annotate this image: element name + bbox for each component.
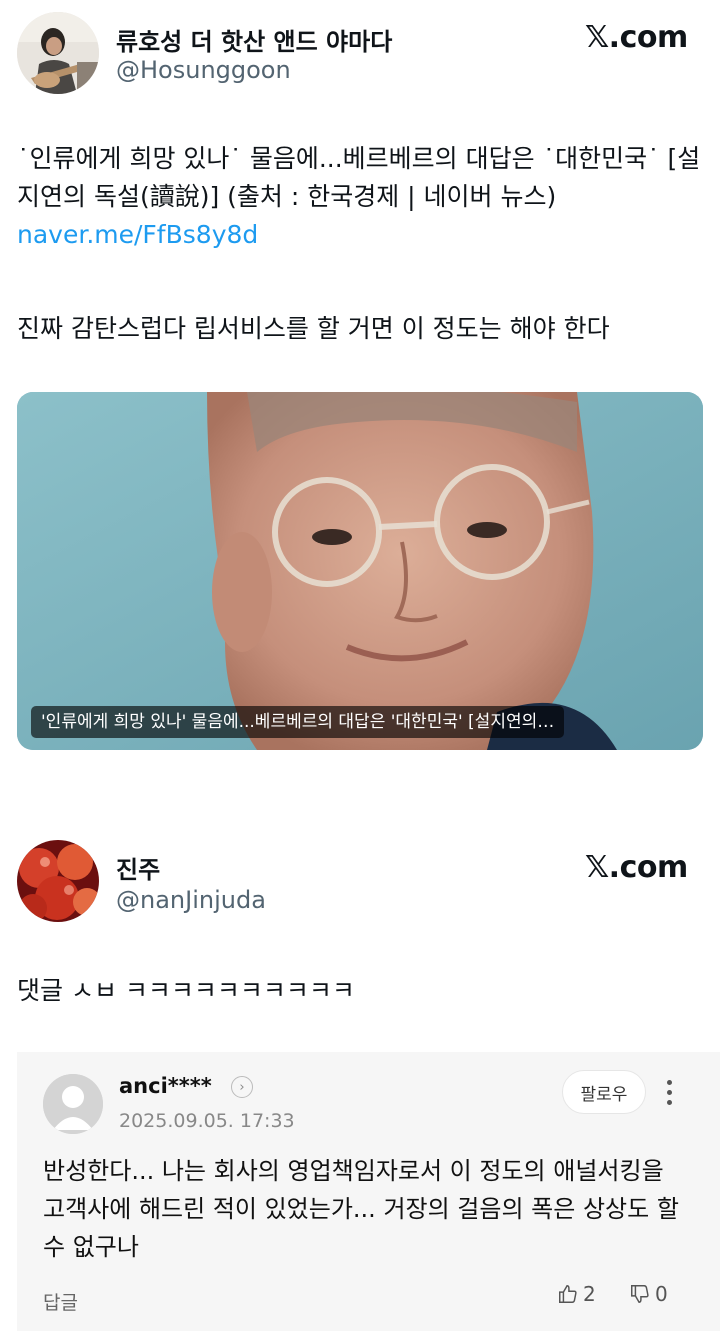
comment-card: anci**** › 2025.09.05. 17:33 팔로우 반성한다...… xyxy=(17,1052,720,1331)
thumbs-up-icon xyxy=(559,1285,577,1303)
media-card[interactable]: '인류에게 희망 있나' 물음에...베르베르의 대답은 '대한민국' [설지연… xyxy=(17,392,703,750)
tweet-1: 류호성 더 핫산 앤드 야마다 @Hosunggoon 𝕏.com ˙인류에게 … xyxy=(0,0,720,780)
avatar[interactable] xyxy=(17,840,99,922)
avatar-photo xyxy=(17,840,99,922)
chevron-right-icon[interactable]: › xyxy=(231,1076,253,1098)
user-handle[interactable]: @Hosunggoon xyxy=(116,56,291,84)
x-logo: 𝕏.com xyxy=(585,20,688,55)
user-handle[interactable]: @nanJinjuda xyxy=(116,886,266,914)
display-name[interactable]: 진주 xyxy=(116,850,160,885)
avatar[interactable] xyxy=(17,12,99,94)
tweet-text-2: 진짜 감탄스럽다 립서비스를 할 거면 이 정도는 해야 한다 xyxy=(17,314,610,343)
display-name[interactable]: 류호성 더 핫산 앤드 야마다 xyxy=(116,22,392,57)
tweet-text-main: ˙인류에게 희망 있나˙ 물음에...베르베르의 대답은 ˙대한민국˙ [설지연… xyxy=(17,144,701,211)
commenter-avatar[interactable] xyxy=(43,1074,103,1134)
commenter-username[interactable]: anci**** xyxy=(119,1074,212,1098)
like-count: 2 xyxy=(583,1282,596,1306)
reply-button[interactable]: 답글 xyxy=(43,1288,78,1315)
x-logo: 𝕏.com xyxy=(585,850,688,885)
media-caption: '인류에게 희망 있나' 물음에...베르베르의 대답은 '대한민국' [설지연… xyxy=(31,706,565,738)
tweet-link[interactable]: naver.me/FfBs8y8d xyxy=(17,220,258,249)
dislike-count: 0 xyxy=(655,1282,668,1306)
kebab-menu-icon[interactable] xyxy=(657,1072,681,1112)
tweet-text: ˙인류에게 희망 있나˙ 물음에...베르베르의 대답은 ˙대한민국˙ [설지연… xyxy=(17,140,707,254)
dislike-button[interactable]: 0 xyxy=(629,1282,668,1306)
comment-text: 반성한다... 나는 회사의 영업책임자로서 이 정도의 애널서킹을 고객사에 … xyxy=(43,1157,679,1261)
follow-button[interactable]: 팔로우 xyxy=(562,1070,646,1114)
portrait-photo xyxy=(17,392,703,750)
tweet-text: 댓글 ㅅㅂ ㅋㅋㅋㅋㅋㅋㅋㅋㅋㅋ xyxy=(17,976,355,1005)
thumbs-down-icon xyxy=(631,1285,649,1303)
like-button[interactable]: 2 xyxy=(557,1282,596,1306)
comment-date: 2025.09.05. 17:33 xyxy=(119,1110,295,1132)
default-user-icon xyxy=(43,1074,103,1134)
avatar-photo xyxy=(17,12,99,94)
